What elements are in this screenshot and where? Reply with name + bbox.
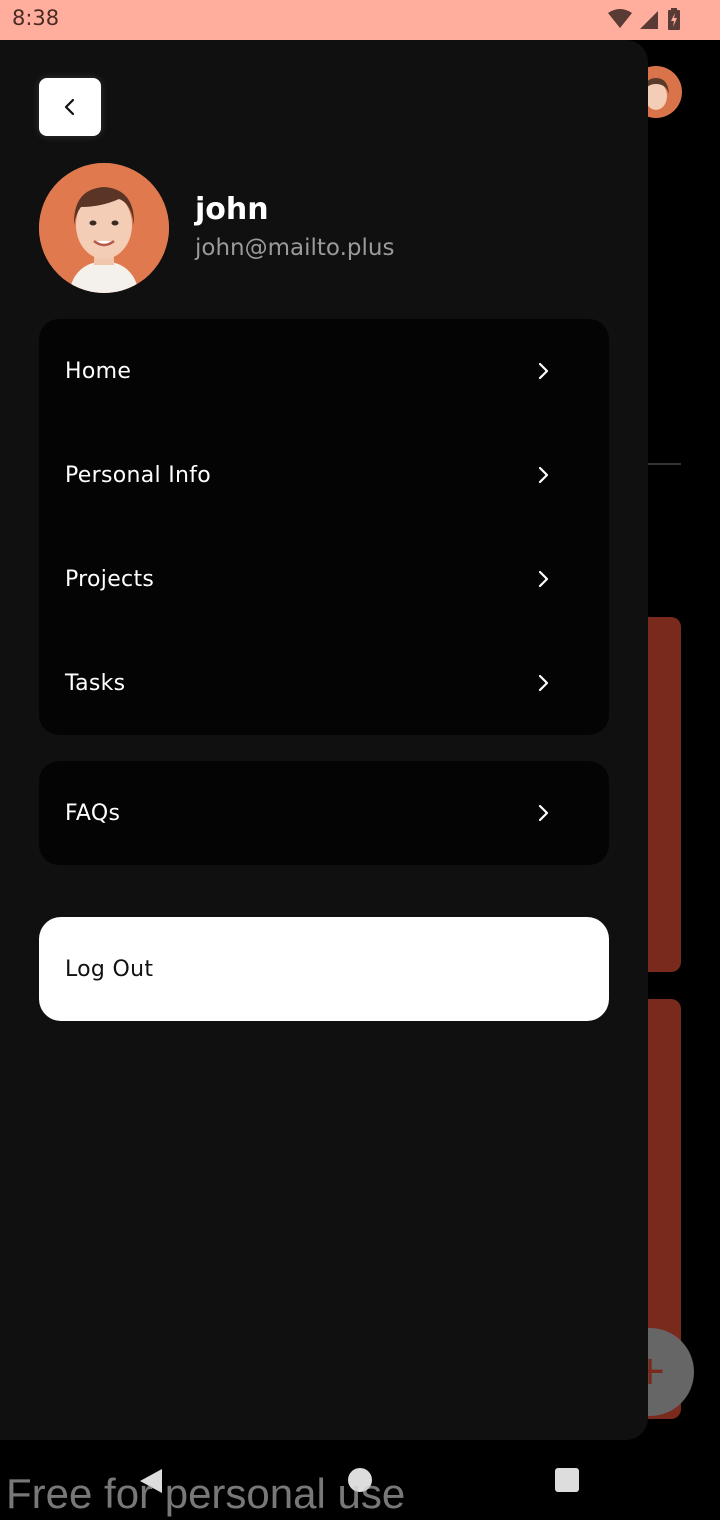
menu-item-label: Home — [65, 358, 132, 384]
recents-square-icon[interactable] — [555, 1468, 579, 1492]
menu-item-tasks[interactable]: Tasks — [39, 631, 609, 735]
logout-label: Log Out — [65, 956, 154, 982]
back-button[interactable] — [39, 78, 101, 136]
user-name: john — [195, 192, 269, 227]
user-email: john@mailto.plus — [195, 235, 395, 261]
cell-signal-icon — [640, 9, 660, 29]
chevron-right-icon — [538, 804, 549, 822]
avatar[interactable] — [39, 163, 169, 293]
status-icons — [608, 8, 680, 30]
navigation-drawer: john john@mailto.plus Home Personal Info… — [0, 40, 648, 1440]
chevron-right-icon — [538, 466, 549, 484]
wifi-icon — [608, 9, 632, 29]
menu-item-label: FAQs — [65, 800, 121, 826]
menu-item-faqs[interactable]: FAQs — [39, 761, 609, 865]
main-menu: Home Personal Info Projects Tasks — [39, 319, 609, 735]
chevron-right-icon — [538, 570, 549, 588]
chevron-left-icon — [64, 98, 75, 116]
menu-item-label: Projects — [65, 566, 155, 592]
logout-button[interactable]: Log Out — [39, 917, 609, 1021]
watermark: Free for personal use — [6, 1470, 406, 1517]
menu-item-label: Personal Info — [65, 462, 212, 488]
menu-item-home[interactable]: Home — [39, 319, 609, 423]
status-bar: 8:38 — [0, 0, 720, 40]
menu-item-personal-info[interactable]: Personal Info — [39, 423, 609, 527]
menu-item-label: Tasks — [65, 670, 126, 696]
status-time: 8:38 — [12, 6, 60, 30]
menu-item-projects[interactable]: Projects — [39, 527, 609, 631]
battery-charging-icon — [668, 8, 680, 30]
secondary-menu: FAQs — [39, 761, 609, 865]
chevron-right-icon — [538, 674, 549, 692]
chevron-right-icon — [538, 362, 549, 380]
